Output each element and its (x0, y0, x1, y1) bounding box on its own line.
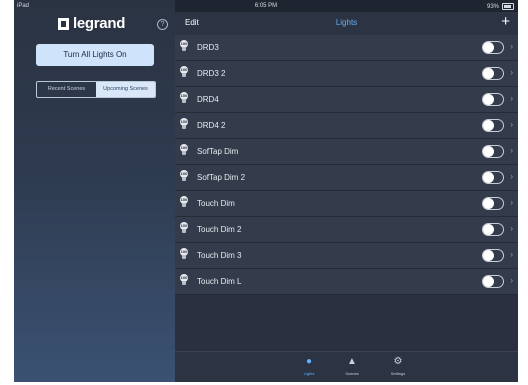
status-bar: iPad 6:05 PM 93% (14, 0, 518, 12)
light-toggle[interactable] (482, 67, 504, 80)
chevron-right-icon[interactable]: › (510, 276, 513, 285)
help-icon[interactable]: ? (157, 19, 168, 30)
light-row[interactable]: 100 Touch Dim 2 › (175, 217, 518, 243)
light-toggle[interactable] (482, 41, 504, 54)
clock: 6:05 PM (254, 3, 278, 9)
tab-bar: ● Lights ▲ Scenes ⚙ Settings (175, 351, 518, 382)
light-toggle[interactable] (482, 93, 504, 106)
light-level: 100 (180, 41, 188, 46)
bulb-icon: 100 (179, 118, 189, 132)
scenes-segmented-control: Recent Scenes Upcoming Scenes (36, 81, 156, 98)
segment-recent-scenes[interactable]: Recent Scenes (37, 82, 96, 97)
light-row[interactable]: 100 SofTap Dim 2 › (175, 165, 518, 191)
tab-label: Settings (390, 371, 406, 376)
light-name: Touch Dim 3 (197, 251, 242, 260)
light-toggle[interactable] (482, 171, 504, 184)
bulb-icon: ● (305, 356, 313, 367)
light-name: DRD4 2 (197, 121, 226, 130)
light-row[interactable]: 100 Touch Dim 3 › (175, 243, 518, 269)
light-name: DRD4 (197, 95, 219, 104)
light-row[interactable]: 100 DRD3 › (175, 35, 518, 61)
chevron-right-icon[interactable]: › (510, 198, 513, 207)
light-level: 100 (180, 145, 188, 150)
light-row[interactable]: 100 Touch Dim › (175, 191, 518, 217)
scenes-icon: ▲ (347, 356, 357, 367)
bulb-icon: 100 (179, 144, 189, 158)
chevron-right-icon[interactable]: › (510, 68, 513, 77)
light-name: Touch Dim 2 (197, 225, 242, 234)
lights-list: 100 DRD3 › 100 DRD3 2 › 100 DRD4 › 100 D… (175, 35, 518, 295)
battery-percent: 93% (486, 3, 499, 10)
nav-bar: Edit Lights + (175, 12, 518, 35)
light-level: 100 (180, 93, 188, 98)
light-row[interactable]: 100 Touch Dim L › (175, 269, 518, 295)
light-name: SofTap Dim (197, 147, 239, 156)
chevron-right-icon[interactable]: › (510, 224, 513, 233)
light-level: 100 (180, 275, 188, 280)
bulb-icon: 100 (179, 248, 189, 262)
bulb-icon: 100 (179, 170, 189, 184)
battery-icon (502, 3, 514, 10)
tab-label: Scenes (345, 371, 359, 376)
chevron-right-icon[interactable]: › (510, 172, 513, 181)
segment-upcoming-scenes[interactable]: Upcoming Scenes (96, 82, 155, 97)
light-toggle[interactable] (482, 249, 504, 262)
light-row[interactable]: 100 DRD4 2 › (175, 113, 518, 139)
bulb-icon: 100 (179, 40, 189, 54)
legrand-logo: legrand (58, 15, 125, 32)
page-title: Lights (335, 18, 358, 27)
light-row[interactable]: 100 DRD3 2 › (175, 61, 518, 87)
light-toggle[interactable] (482, 275, 504, 288)
light-name: DRD3 2 (197, 69, 226, 78)
turn-all-lights-on-button[interactable]: Turn All Lights On (36, 44, 154, 66)
chevron-right-icon[interactable]: › (510, 94, 513, 103)
chevron-right-icon[interactable]: › (510, 146, 513, 155)
light-name: SofTap Dim 2 (197, 173, 246, 182)
tab-lights[interactable]: ● Lights (289, 355, 329, 376)
battery-status: 93% (487, 3, 514, 10)
chevron-right-icon[interactable]: › (510, 42, 513, 51)
tab-settings[interactable]: ⚙ Settings (378, 355, 418, 376)
light-level: 100 (180, 249, 188, 254)
light-level: 100 (180, 67, 188, 72)
light-level: 100 (180, 171, 188, 176)
ipad-screen: legrand ? Turn All Lights On Recent Scen… (14, 0, 518, 382)
tab-label: Lights (303, 371, 315, 376)
add-light-button[interactable]: + (501, 13, 510, 31)
light-name: DRD3 (197, 43, 219, 52)
light-level: 100 (180, 197, 188, 202)
lights-panel: Edit Lights + 100 DRD3 › 100 DRD3 2 › 10… (175, 12, 518, 382)
bulb-icon: 100 (179, 222, 189, 236)
light-toggle[interactable] (482, 119, 504, 132)
bulb-icon: 100 (179, 66, 189, 80)
light-toggle[interactable] (482, 197, 504, 210)
light-toggle[interactable] (482, 145, 504, 158)
light-name: Touch Dim L (197, 277, 242, 286)
light-row[interactable]: 100 SofTap Dim › (175, 139, 518, 165)
light-level: 100 (180, 119, 188, 124)
tab-scenes[interactable]: ▲ Scenes (332, 355, 372, 376)
chevron-right-icon[interactable]: › (510, 250, 513, 259)
light-toggle[interactable] (482, 223, 504, 236)
bulb-icon: 100 (179, 92, 189, 106)
sidebar: legrand ? Turn All Lights On Recent Scen… (14, 0, 175, 382)
light-level: 100 (180, 223, 188, 228)
light-name: Touch Dim (197, 199, 235, 208)
legrand-mark-icon (58, 17, 69, 30)
gear-icon: ⚙ (393, 356, 403, 367)
bulb-icon: 100 (179, 274, 189, 288)
bulb-icon: 100 (179, 196, 189, 210)
logo-text: legrand (73, 15, 126, 32)
chevron-right-icon[interactable]: › (510, 120, 513, 129)
light-row[interactable]: 100 DRD4 › (175, 87, 518, 113)
